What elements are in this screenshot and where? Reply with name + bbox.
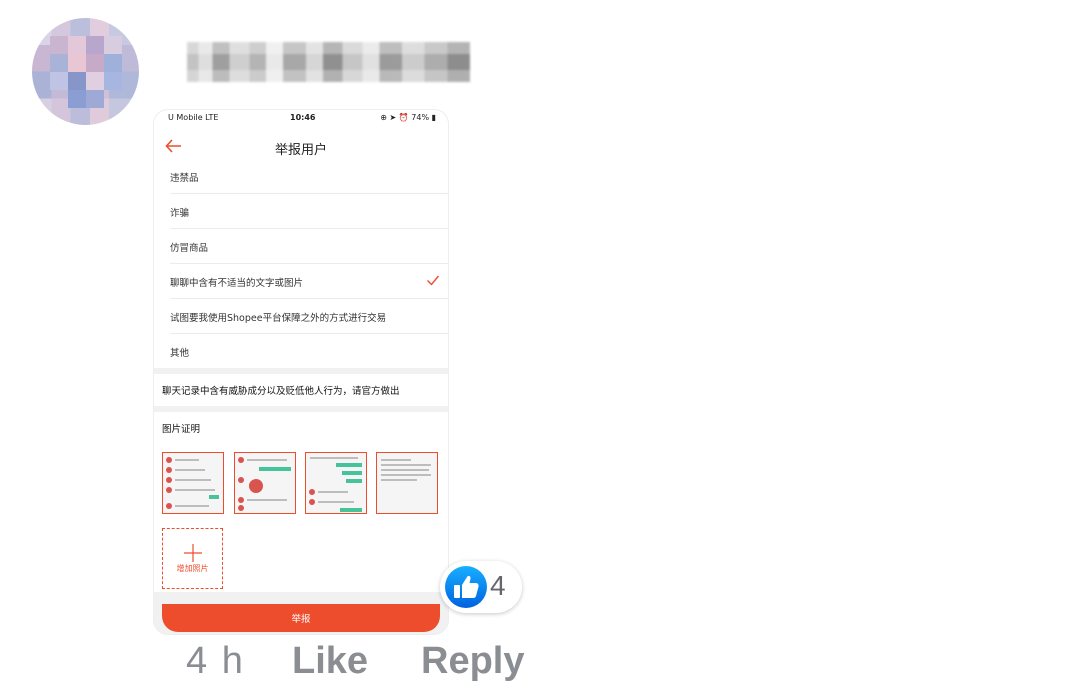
- report-reason-list: 违禁品 诈骗 仿冒商品 聊聊中含有不适当的文字或图片 试图要我使用Shopee平…: [154, 159, 448, 368]
- comment-timestamp[interactable]: 4 h: [186, 640, 245, 683]
- avatar-pixel: [86, 36, 104, 54]
- reason-label: 聊聊中含有不适当的文字或图片: [170, 278, 304, 289]
- thumb-text-line: [175, 469, 205, 471]
- thumb-green-bubble: [259, 467, 291, 471]
- thumb-text-line: [318, 501, 354, 503]
- reason-item: 其他: [170, 334, 448, 368]
- avatar-pixel: [68, 72, 86, 90]
- reason-item: 诈骗: [170, 194, 448, 229]
- commenter-avatar[interactable]: [32, 18, 139, 125]
- avatar-pixel: [86, 72, 104, 90]
- thumb-sticker: [249, 479, 263, 493]
- avatar-pixel: [86, 90, 104, 108]
- avatar-pixel: [68, 54, 86, 72]
- submit-label: 举报: [291, 614, 311, 625]
- thumb-avatar-dot: [238, 477, 244, 483]
- reason-item: 试图要我使用Shopee平台保障之外的方式进行交易: [170, 299, 448, 334]
- status-carrier: U Mobile LTE: [168, 113, 219, 122]
- reason-label: 试图要我使用Shopee平台保障之外的方式进行交易: [170, 313, 387, 324]
- photo-proof-section: 图片证明 增加照片: [154, 412, 448, 592]
- thumb-text-line: [175, 489, 215, 491]
- thumb-text-line: [381, 469, 429, 471]
- thumb-avatar-dot: [238, 457, 244, 463]
- screen-title: 举报用户: [274, 143, 327, 158]
- proof-thumbnail: [234, 452, 296, 514]
- thumb-text-line: [381, 479, 417, 481]
- description-text: 聊天记录中含有威胁成分以及贬低他人行为，请官方做出: [162, 386, 400, 397]
- avatar-pixel: [50, 36, 68, 54]
- avatar-pixel: [50, 72, 68, 90]
- avatar-pixel: [50, 54, 68, 72]
- thumb-avatar-dot: [166, 457, 172, 463]
- thumb-text-line: [381, 464, 431, 466]
- like-button[interactable]: Like: [292, 640, 368, 683]
- reason-item-selected: 聊聊中含有不适当的文字或图片: [170, 264, 448, 299]
- reaction-count: 4: [490, 570, 506, 601]
- phone-status-bar: U Mobile LTE 10:46 ⊕ ➤ ⏰ 74% ▮: [154, 110, 448, 126]
- status-time: 10:46: [290, 113, 316, 122]
- reason-item: 违禁品: [170, 159, 448, 194]
- thumb-text-line: [175, 479, 211, 481]
- report-description: 聊天记录中含有威胁成分以及贬低他人行为，请官方做出: [154, 374, 448, 406]
- attached-screenshot[interactable]: U Mobile LTE 10:46 ⊕ ➤ ⏰ 74% ▮ 举报用户 违禁品 …: [154, 110, 448, 634]
- comment-actions: 4 h Like Reply: [0, 640, 1080, 698]
- reason-label: 违禁品: [170, 173, 199, 184]
- avatar-pixel: [104, 72, 122, 90]
- proof-thumbnail: [305, 452, 367, 514]
- proof-label: 图片证明: [162, 424, 201, 435]
- thumb-text-line: [318, 491, 348, 493]
- thumb-green-bubble: [336, 463, 362, 467]
- thumb-text-line: [175, 459, 199, 461]
- thumb-green-bubble: [346, 479, 362, 483]
- thumb-avatar-dot: [166, 487, 172, 493]
- thumb-avatar-dot: [166, 467, 172, 473]
- thumbs-up-reaction-icon: [445, 566, 487, 608]
- thumb-avatar-dot: [166, 503, 172, 509]
- report-submit-button: 举报: [162, 604, 440, 632]
- avatar-pixel: [68, 90, 86, 108]
- thumb-avatar-dot: [166, 477, 172, 483]
- plus-icon: [184, 544, 202, 562]
- thumb-avatar-dot: [309, 499, 315, 505]
- thumb-avatar-dot: [309, 489, 315, 495]
- avatar-pixel: [86, 54, 104, 72]
- thumb-green-bubble: [209, 495, 219, 499]
- thumb-text-line: [247, 459, 287, 461]
- thumb-green-bubble: [342, 471, 362, 475]
- reply-button[interactable]: Reply: [421, 640, 524, 683]
- proof-thumbnail: [376, 452, 438, 514]
- avatar-pixel: [104, 36, 122, 54]
- reason-label: 诈骗: [170, 208, 190, 219]
- thumb-green-bubble: [340, 508, 362, 512]
- avatar-pixel: [68, 36, 86, 54]
- thumb-avatar-dot: [238, 505, 244, 511]
- add-photo-label: 增加照片: [176, 564, 209, 573]
- commenter-name-redacted[interactable]: [187, 42, 470, 82]
- avatar-pixel: [104, 54, 122, 72]
- reaction-summary[interactable]: 4: [440, 561, 522, 613]
- status-icons: ⊕ ➤ ⏰ 74% ▮: [380, 113, 436, 122]
- thumb-text-line: [175, 505, 209, 507]
- reason-label: 其他: [170, 348, 190, 359]
- reason-item: 仿冒商品: [170, 229, 448, 264]
- checkmark-icon: [427, 275, 440, 286]
- thumb-avatar-dot: [238, 497, 244, 503]
- add-photo-button: 增加照片: [162, 528, 223, 589]
- proof-thumbnail: [162, 452, 224, 514]
- thumb-text-line: [310, 457, 358, 459]
- thumb-text-line: [381, 474, 431, 476]
- reason-label: 仿冒商品: [170, 243, 209, 254]
- thumb-text-line: [247, 499, 287, 501]
- thumb-text-line: [381, 459, 411, 461]
